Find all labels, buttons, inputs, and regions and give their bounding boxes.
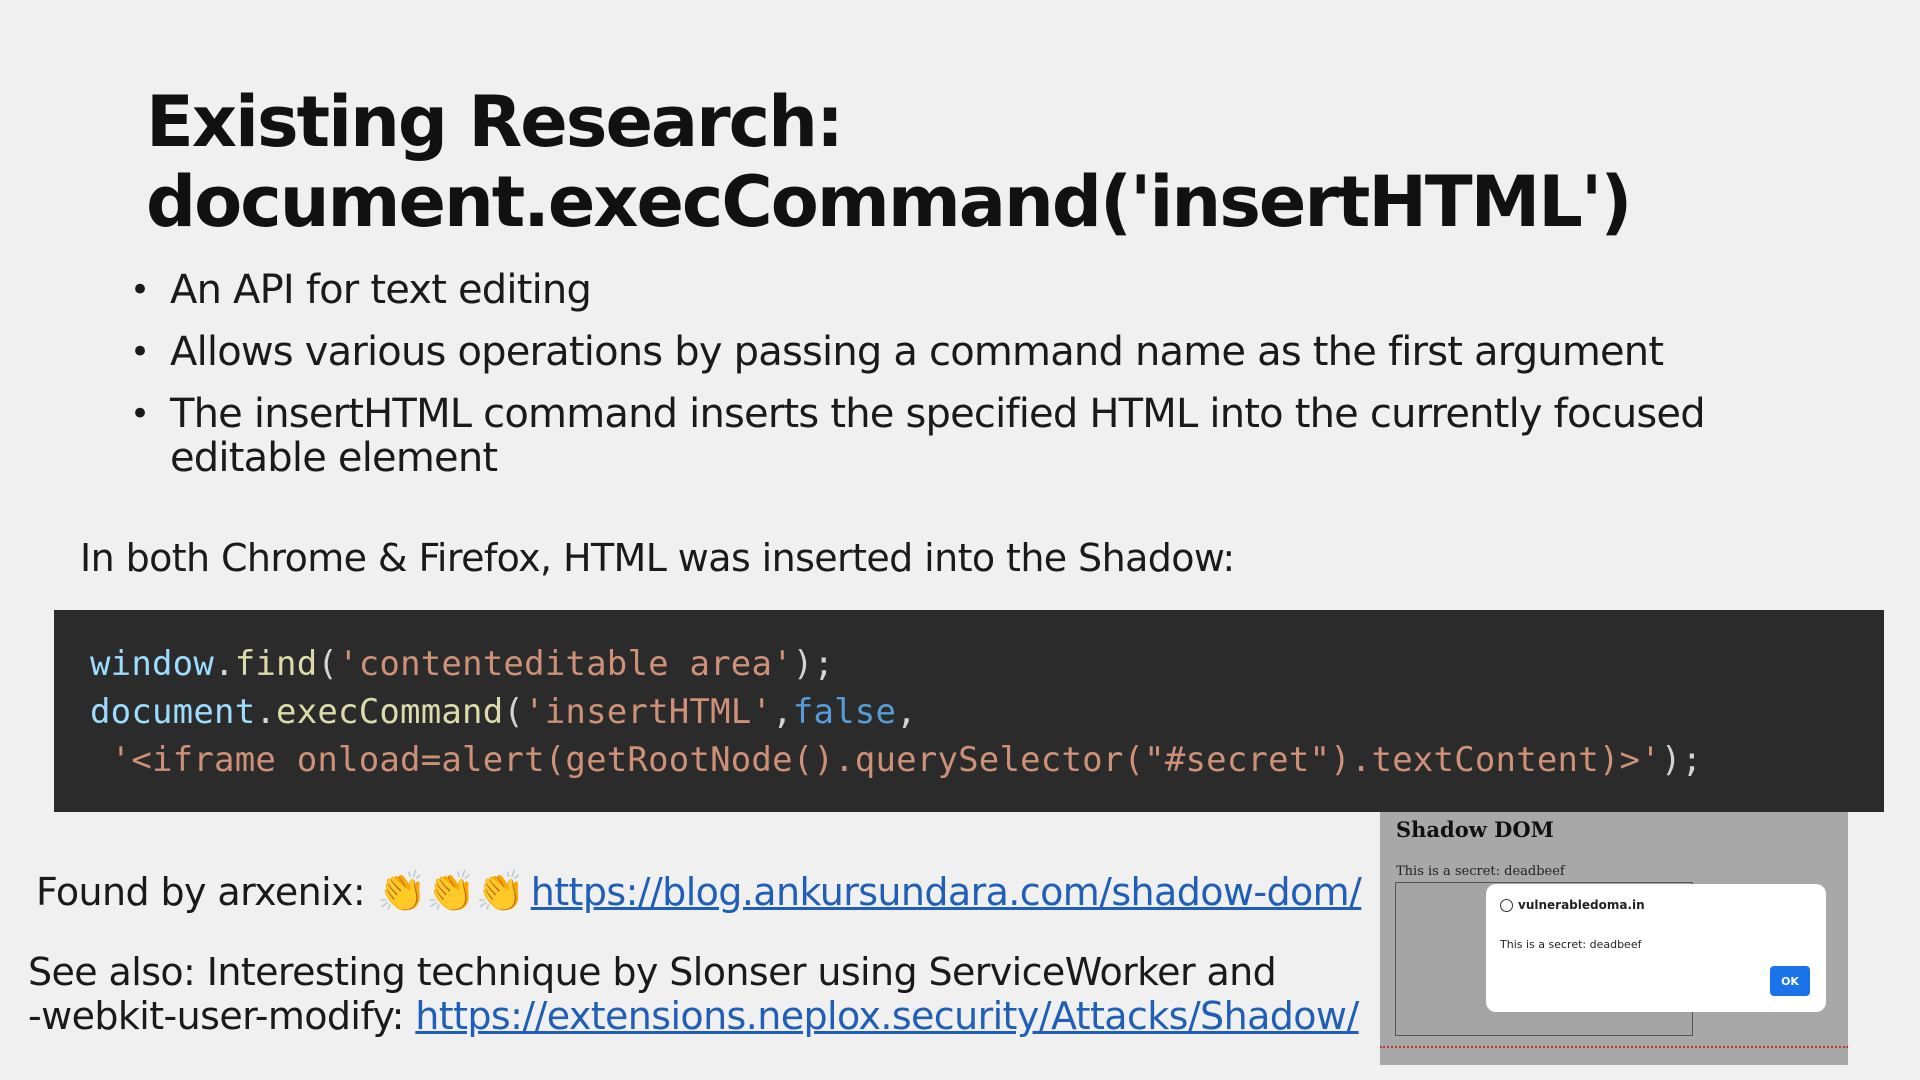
globe-icon — [1500, 898, 1513, 912]
code-token: . — [214, 644, 235, 684]
screenshot-divider — [1380, 1046, 1848, 1048]
code-token: ); — [792, 644, 835, 684]
dialog-host-text: vulnerabledoma.in — [1518, 898, 1645, 912]
blog-link[interactable]: https://blog.ankursundara.com/shadow-dom… — [531, 870, 1362, 914]
bullet-text: Allows various operations by passing a c… — [170, 329, 1664, 375]
see-also-text: See also: Interesting technique by Slons… — [28, 950, 1359, 1038]
code-token: 'insertHTML' — [524, 692, 773, 732]
found-by-label: Found by arxenix: — [36, 869, 366, 914]
bullet-item: • An API for text editing — [130, 268, 1850, 312]
bullet-icon: • — [130, 394, 150, 434]
code-token: find — [234, 644, 318, 684]
bullet-text: An API for text editing — [170, 267, 592, 313]
bullet-text: The insertHTML command inserts the speci… — [170, 391, 1706, 481]
code-token: false — [792, 692, 897, 732]
screenshot-heading: Shadow DOM — [1396, 817, 1554, 842]
code-block: window.find('contenteditable area'); doc… — [54, 610, 1884, 812]
code-token: '<iframe onload=alert(getRootNode().quer… — [110, 740, 1661, 780]
code-token: ( — [503, 692, 525, 732]
code-token: . — [255, 692, 277, 732]
alert-dialog: vulnerabledoma.in This is a secret: dead… — [1486, 884, 1826, 1012]
dialog-host: vulnerabledoma.in — [1500, 898, 1645, 912]
bullet-item: • The insertHTML command inserts the spec… — [130, 392, 1850, 480]
clapping-hands-icon: 👏👏👏 — [377, 869, 525, 915]
screenshot-secret-text: This is a secret: deadbeef — [1396, 864, 1565, 879]
bullet-icon: • — [130, 332, 150, 372]
neplox-link[interactable]: https://extensions.neplox.security/Attac… — [415, 994, 1359, 1038]
found-by-line: Found by arxenix: 👏👏👏 https://blog.ankur… — [36, 868, 1362, 915]
demo-screenshot: Shadow DOM This is a secret: deadbeef vu… — [1380, 812, 1848, 1065]
code-token: , — [772, 692, 793, 732]
slide-title-line1: Existing Research: — [146, 81, 844, 163]
code-token: execCommand — [276, 692, 504, 732]
see-also-line2: -webkit-user-modify: https://extensions.… — [28, 994, 1359, 1038]
slide-title: Existing Research: document.execCommand(… — [146, 81, 1632, 243]
see-also-prefix: -webkit-user-modify: — [28, 994, 416, 1038]
code-token: window — [90, 644, 215, 684]
code-token: ); — [1660, 740, 1703, 780]
code-token: 'contenteditable area' — [338, 644, 793, 684]
code-token: , — [896, 692, 917, 732]
bullet-icon: • — [130, 270, 150, 310]
dialog-message: This is a secret: deadbeef — [1500, 938, 1642, 951]
slide-title-line2: document.execCommand('insertHTML') — [146, 161, 1632, 243]
ok-button[interactable]: OK — [1770, 966, 1810, 996]
code-token: ( — [317, 644, 339, 684]
code-token: document — [90, 692, 256, 732]
see-also-line1: See also: Interesting technique by Slons… — [28, 950, 1277, 994]
intro-text: In both Chrome & Firefox, HTML was inser… — [80, 536, 1235, 580]
bullet-item: • Allows various operations by passing a … — [130, 330, 1850, 374]
bullet-list: • An API for text editing • Allows various… — [130, 268, 1850, 498]
